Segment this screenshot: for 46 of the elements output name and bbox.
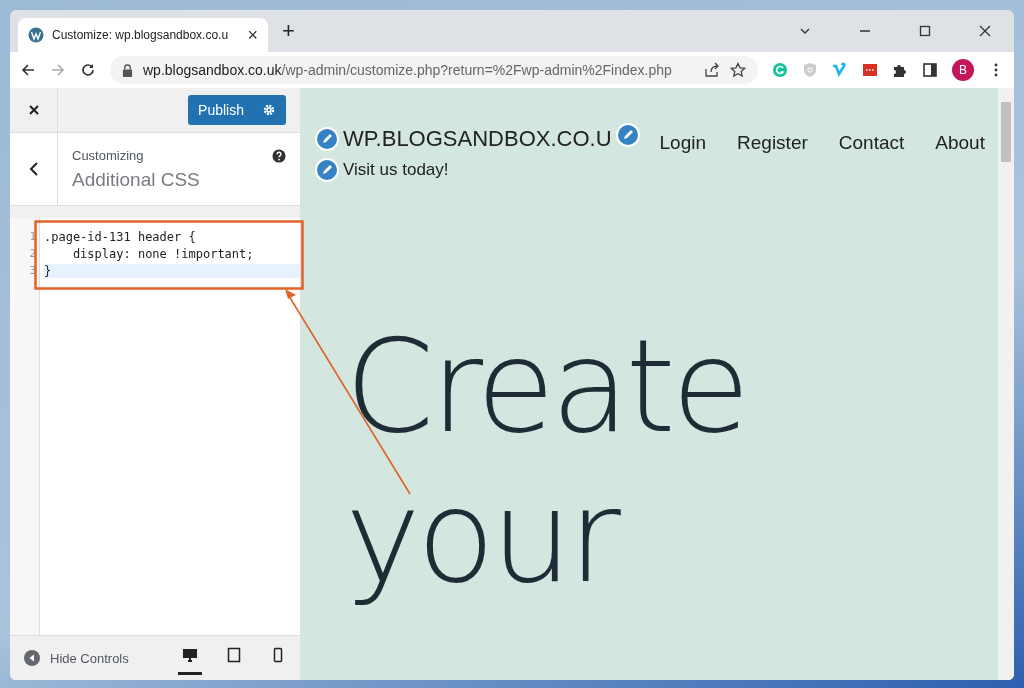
- edit-pencil-icon[interactable]: [315, 127, 339, 151]
- tab-close-button[interactable]: ×: [247, 24, 258, 46]
- hero-heading: your: [345, 462, 620, 612]
- nav-link[interactable]: About: [935, 132, 985, 154]
- side-panel-icon[interactable]: [922, 62, 938, 78]
- nav-link[interactable]: Register: [737, 132, 808, 154]
- lock-icon: [122, 63, 133, 77]
- line-number: 2: [28, 247, 37, 260]
- new-tab-button[interactable]: +: [282, 18, 295, 44]
- line-number: 1: [28, 230, 37, 243]
- tab-title: Customize: wp.blogsandbox.co.u: [52, 28, 230, 42]
- url-text: wp.blogsandbox.co.uk/wp-admin/customize.php?return=%2Fwp-admin%2Findex.php: [143, 62, 672, 78]
- section-title: Additional CSS: [72, 168, 201, 191]
- line-number: 3: [28, 264, 37, 277]
- hide-controls-button[interactable]: Hide Controls: [24, 650, 129, 666]
- hero-heading: Create: [345, 312, 748, 462]
- profile-avatar[interactable]: B: [952, 59, 974, 81]
- address-bar[interactable]: wp.blogsandbox.co.uk/wp-admin/customize.php?return=%2Fwp-admin%2Findex.php: [110, 56, 758, 84]
- nav-link[interactable]: Contact: [838, 132, 905, 154]
- help-icon[interactable]: [272, 149, 286, 163]
- tablet-icon: [226, 647, 242, 663]
- back-chevron-icon[interactable]: [28, 161, 39, 177]
- extension-icon[interactable]: [862, 62, 878, 78]
- site-title: WP.BLOGSANDBOX.CO.U: [343, 126, 612, 152]
- publish-button[interactable]: Publish: [188, 95, 286, 125]
- edit-pencil-icon[interactable]: [615, 123, 640, 147]
- puzzle-icon[interactable]: [892, 62, 908, 78]
- edit-pencil-icon[interactable]: [315, 158, 339, 182]
- browser-tab[interactable]: Customize: wp.blogsandbox.co.u ×: [18, 18, 268, 52]
- settings-icon: [262, 103, 276, 117]
- nav-link[interactable]: Login: [659, 132, 707, 154]
- reload-icon[interactable]: [80, 62, 96, 78]
- desktop-icon: [182, 647, 198, 663]
- section-label: Customizing: [72, 147, 145, 163]
- code-line: .page-id-131 header {: [44, 229, 197, 244]
- back-arrow-icon[interactable]: [20, 62, 36, 78]
- scrollbar[interactable]: [998, 88, 1014, 680]
- share-icon[interactable]: [704, 62, 720, 78]
- wordpress-logo-icon: [28, 27, 44, 43]
- maximize-icon[interactable]: [918, 24, 932, 38]
- close-icon[interactable]: [27, 104, 40, 116]
- star-icon[interactable]: [730, 62, 746, 78]
- close-icon[interactable]: [978, 24, 992, 38]
- site-tagline: Visit us today!: [343, 160, 449, 180]
- code-line: display: none !important;: [71, 246, 255, 261]
- collapse-icon: [24, 650, 40, 666]
